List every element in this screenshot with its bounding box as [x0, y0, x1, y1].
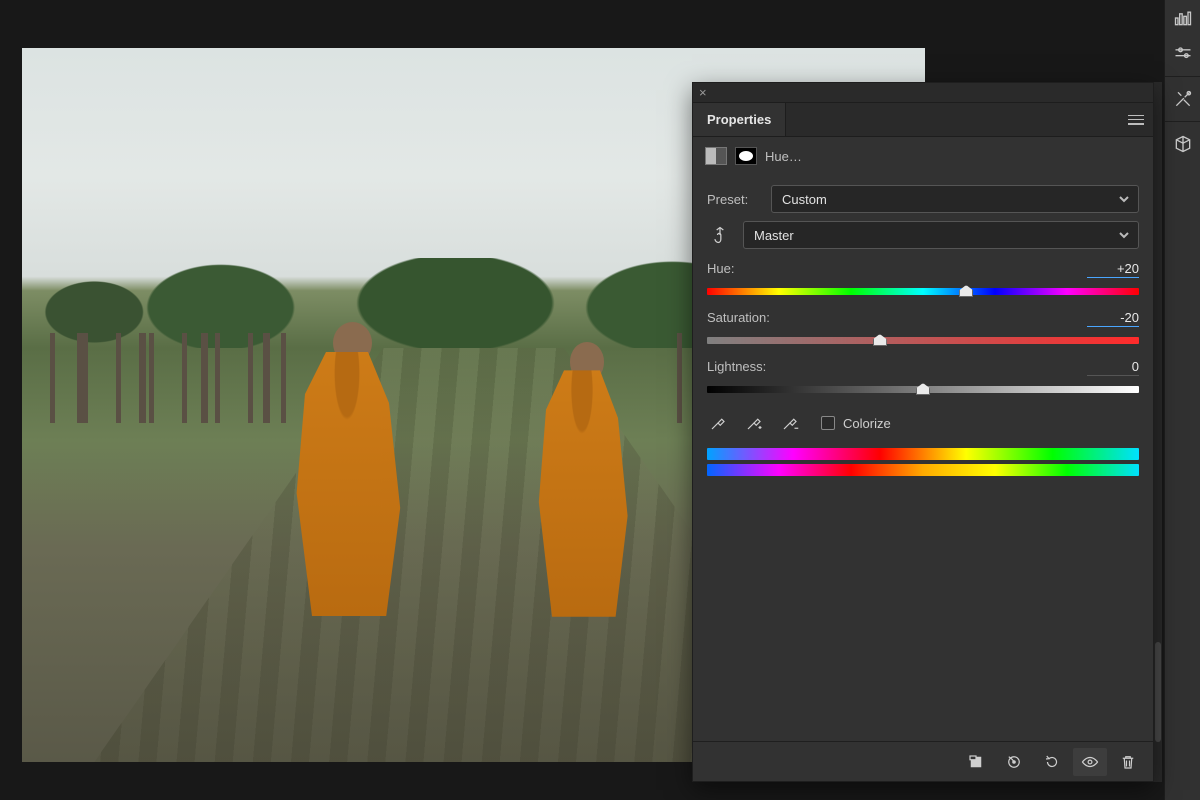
- hue-ramps: [707, 448, 1139, 476]
- hue-ramp-top[interactable]: [707, 448, 1139, 460]
- close-icon[interactable]: ×: [699, 85, 707, 100]
- preset-select[interactable]: Custom: [771, 185, 1139, 213]
- saturation-thumb[interactable]: [873, 334, 887, 346]
- lightness-thumb[interactable]: [916, 383, 930, 395]
- preset-label: Preset:: [707, 192, 761, 207]
- colorize-label: Colorize: [843, 416, 891, 431]
- hue-thumb[interactable]: [959, 285, 973, 297]
- panel-titlebar[interactable]: ×: [693, 83, 1153, 103]
- visibility-icon[interactable]: [1073, 748, 1107, 776]
- hue-slider[interactable]: [707, 284, 1139, 298]
- adjustments-icon[interactable]: [1165, 36, 1200, 72]
- saturation-label: Saturation:: [707, 310, 770, 325]
- reset-icon[interactable]: [1035, 748, 1069, 776]
- hue-label: Hue:: [707, 261, 761, 276]
- colorize-checkbox[interactable]: Colorize: [821, 416, 891, 431]
- hue-track: [707, 288, 1139, 295]
- image-subject-2: [522, 348, 642, 628]
- hue-ramp-bottom[interactable]: [707, 464, 1139, 476]
- tab-properties[interactable]: Properties: [693, 103, 786, 136]
- saturation-value[interactable]: -20: [1087, 310, 1139, 327]
- checkbox-box-icon: [821, 416, 835, 430]
- preset-value: Custom: [782, 192, 827, 207]
- right-toolbar: [1164, 0, 1200, 800]
- adjustment-name: Hue…: [765, 149, 802, 164]
- tools-icon[interactable]: [1165, 81, 1200, 117]
- eyedropper-icon[interactable]: [707, 412, 729, 434]
- histogram-icon[interactable]: [1165, 0, 1200, 36]
- chevron-down-icon: [1118, 193, 1130, 208]
- saturation-slider[interactable]: [707, 333, 1139, 347]
- eyedropper-subtract-icon[interactable]: [779, 412, 801, 434]
- hamburger-icon: [1128, 115, 1144, 125]
- channel-select[interactable]: Master: [743, 221, 1139, 249]
- scrollbar-thumb[interactable]: [1155, 642, 1161, 742]
- panel-footer: [693, 741, 1153, 781]
- panel-menu-button[interactable]: [1119, 103, 1153, 136]
- properties-panel: × Properties Hue… Preset: Custom Master: [692, 82, 1154, 782]
- trash-icon[interactable]: [1111, 748, 1145, 776]
- targeted-adjust-icon[interactable]: [707, 222, 733, 248]
- lightness-label: Lightness:: [707, 359, 766, 374]
- lightness-value[interactable]: 0: [1087, 359, 1139, 376]
- clip-to-layer-icon[interactable]: [959, 748, 993, 776]
- image-subject-1: [277, 328, 417, 628]
- lightness-slider[interactable]: [707, 382, 1139, 396]
- panel-tabrow: Properties: [693, 103, 1153, 137]
- cube-3d-icon[interactable]: [1165, 126, 1200, 162]
- chevron-down-icon: [1118, 229, 1130, 244]
- view-previous-icon[interactable]: [997, 748, 1031, 776]
- adjustment-thumb-icon[interactable]: [705, 147, 727, 165]
- saturation-track: [707, 337, 1139, 344]
- panel-scrollbar[interactable]: [1154, 82, 1162, 782]
- layer-mask-icon[interactable]: [735, 147, 757, 165]
- channel-value: Master: [754, 228, 794, 243]
- eyedropper-add-icon[interactable]: [743, 412, 765, 434]
- hue-value[interactable]: +20: [1087, 261, 1139, 278]
